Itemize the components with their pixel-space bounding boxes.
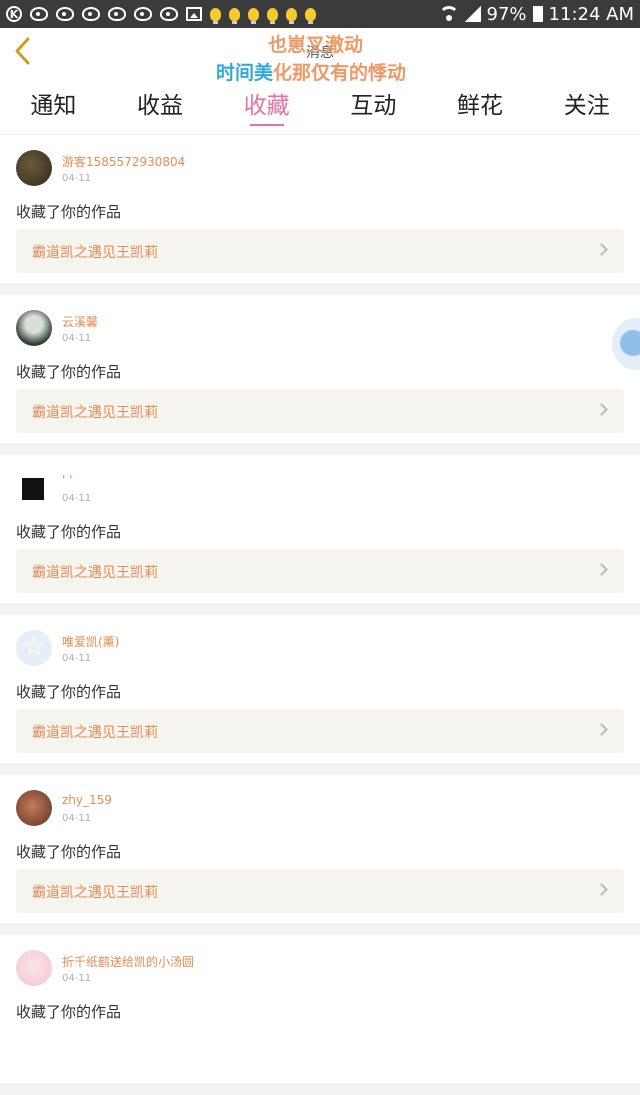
work-link[interactable]: 霸道凯之遇见王凯莉: [16, 869, 624, 913]
username[interactable]: 云溪馨: [62, 313, 98, 330]
bulb-icon: [286, 7, 297, 24]
status-bar: K 97% 11:24 AM: [0, 0, 640, 28]
weibo-icon: [30, 7, 48, 21]
weibo-icon: [108, 7, 126, 21]
avatar[interactable]: [16, 790, 52, 826]
image-icon: [186, 7, 202, 21]
work-title: 霸道凯之遇见王凯莉: [32, 405, 158, 421]
tab-notice[interactable]: 通知: [0, 74, 107, 134]
chevron-right-icon: [595, 723, 608, 736]
bulb-icon: [267, 7, 278, 24]
tab-label: 通知: [30, 93, 77, 119]
list-item: 折千纸鹤送给凯的小汤圆 04-11 收藏了你的作品: [0, 935, 640, 1095]
action-text: 收藏了你的作品: [16, 523, 122, 541]
bulb-icon: [210, 7, 221, 24]
work-title: 霸道凯之遇见王凯莉: [32, 885, 158, 901]
work-link[interactable]: 霸道凯之遇见王凯莉: [16, 229, 624, 273]
list-item: ' ' 04-11 收藏了你的作品 霸道凯之遇见王凯莉: [0, 455, 640, 615]
username[interactable]: 游客1585572930804: [62, 153, 185, 170]
tab-label: 收藏: [243, 93, 290, 119]
username[interactable]: ' ': [62, 473, 72, 487]
tab-label: 关注: [563, 93, 610, 119]
username[interactable]: 折千纸鹤送给凯的小汤圆: [62, 953, 194, 970]
tab-favorites[interactable]: 收藏: [213, 74, 320, 134]
work-title: 霸道凯之遇见王凯莉: [32, 565, 158, 581]
battery-percent: 97%: [486, 3, 527, 25]
active-tab-indicator: [249, 124, 284, 126]
tab-flowers[interactable]: 鲜花: [427, 74, 534, 134]
avatar[interactable]: [16, 310, 52, 346]
avatar[interactable]: [16, 950, 52, 986]
date: 04-11: [62, 973, 92, 984]
tab-following[interactable]: 关注: [533, 74, 640, 134]
action-text: 收藏了你的作品: [16, 843, 122, 861]
work-link[interactable]: 霸道凯之遇见王凯莉: [16, 389, 624, 433]
tab-label: 收益: [137, 93, 183, 119]
date: 04-11: [62, 493, 92, 504]
date: 04-11: [62, 653, 92, 664]
work-title: 霸道凯之遇见王凯莉: [32, 245, 158, 261]
battery-icon: [532, 6, 543, 22]
chevron-right-icon: [595, 883, 608, 896]
tab-label: 鲜花: [457, 93, 504, 119]
weibo-icon: [134, 7, 152, 21]
favorites-feed: 游客1585572930804 04-11 收藏了你的作品 霸道凯之遇见王凯莉 …: [0, 135, 640, 1095]
k-icon: K: [6, 6, 22, 22]
tab-bar: 通知 收益 收藏 互动 鲜花 关注: [0, 74, 640, 135]
action-text: 收藏了你的作品: [16, 683, 122, 701]
avatar[interactable]: [16, 150, 52, 186]
clock: 11:24 AM: [548, 3, 634, 25]
chevron-right-icon: [595, 243, 608, 256]
bulb-icon: [248, 7, 259, 24]
tab-earnings[interactable]: 收益: [107, 74, 214, 134]
weibo-icon: [160, 7, 178, 21]
list-item: zhy_159 04-11 收藏了你的作品 霸道凯之遇见王凯莉: [0, 775, 640, 935]
action-text: 收藏了你的作品: [16, 203, 122, 221]
action-text: 收藏了你的作品: [16, 363, 122, 381]
avatar[interactable]: [16, 470, 52, 506]
date: 04-11: [62, 333, 92, 344]
tab-label: 互动: [350, 93, 397, 119]
tab-interaction[interactable]: 互动: [320, 74, 427, 134]
weibo-icon: [56, 7, 74, 21]
app-header: 消息 也崽叉澈动 时间美化那仅有的悸动: [0, 28, 640, 84]
list-item: 唯爱凯(薰) 04-11 收藏了你的作品 霸道凯之遇见王凯莉: [0, 615, 640, 775]
date: 04-11: [62, 173, 92, 184]
chevron-right-icon: [595, 403, 608, 416]
bulb-icon: [305, 7, 316, 24]
system-status: 97% 11:24 AM: [438, 0, 634, 28]
username[interactable]: zhy_159: [62, 793, 112, 807]
avatar[interactable]: [16, 630, 52, 666]
action-text: 收藏了你的作品: [16, 1003, 122, 1021]
list-item: 云溪馨 04-11 收藏了你的作品 霸道凯之遇见王凯莉: [0, 295, 640, 455]
date: 04-11: [62, 813, 92, 824]
signal-icon: [464, 6, 481, 22]
work-link[interactable]: 霸道凯之遇见王凯莉: [16, 709, 624, 753]
weibo-icon: [82, 7, 100, 21]
list-item: 游客1585572930804 04-11 收藏了你的作品 霸道凯之遇见王凯莉: [0, 135, 640, 295]
username[interactable]: 唯爱凯(薰): [62, 633, 119, 650]
bulb-icon: [229, 7, 240, 24]
overlay-text-line1: 也崽叉澈动: [268, 34, 364, 56]
notification-icons: K: [0, 6, 316, 24]
chevron-right-icon: [595, 563, 608, 576]
work-title: 霸道凯之遇见王凯莉: [32, 725, 158, 741]
work-link[interactable]: 霸道凯之遇见王凯莉: [16, 549, 624, 593]
wifi-icon: [438, 6, 459, 22]
